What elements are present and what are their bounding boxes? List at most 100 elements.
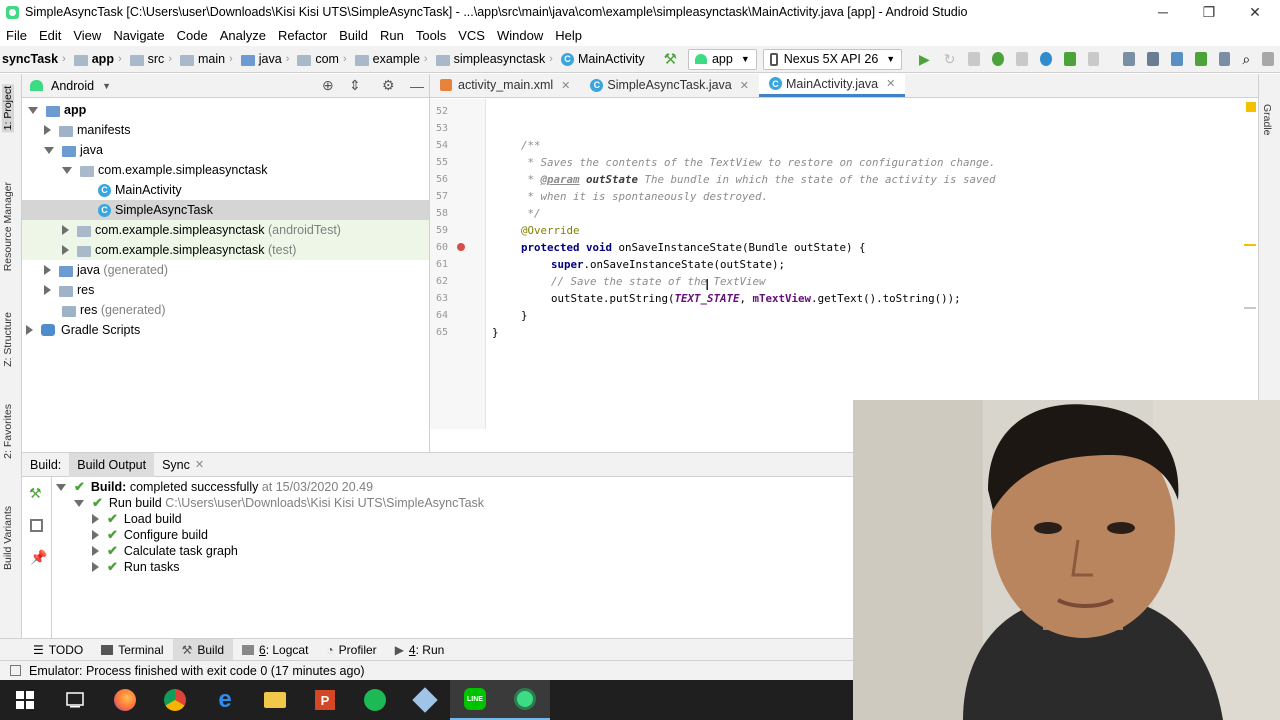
layout-inspector-icon[interactable] [1218,52,1231,66]
hide-panel-icon[interactable]: — [410,78,424,94]
close-tab-icon[interactable]: ✕ [886,77,895,90]
sync-gradle-icon[interactable] [1170,52,1183,66]
collapse-icon[interactable] [92,562,99,572]
tab-mainactivity-java[interactable]: C MainActivity.java ✕ [758,73,906,97]
powerpoint-icon[interactable]: P [300,680,350,720]
breadcrumb-src[interactable]: src › [128,52,178,66]
tree-item-package-test[interactable]: com.example.simpleasynctask (test) [22,240,429,260]
debug-attach-icon[interactable] [1063,52,1076,66]
tool-run[interactable]: ▶ 4: Run [386,639,454,661]
collapse-icon[interactable] [92,514,99,524]
tree-item-package-androidtest[interactable]: com.example.simpleasynctask (androidTest… [22,220,429,240]
android-studio-taskbar-icon[interactable] [500,680,550,720]
code-line-55[interactable]: * Saves the contents of the TextView to … [521,156,996,169]
apply-changes-icon[interactable]: ↻ [944,51,956,68]
override-marker-icon[interactable] [457,243,465,251]
tool-profiler[interactable]: ◔ Profiler [317,639,385,661]
breadcrumb-com[interactable]: com › [295,52,352,66]
tool-todo[interactable]: ☰ TODO [24,639,92,661]
tree-item-mainactivity[interactable]: C MainActivity [22,180,429,200]
chrome-icon[interactable] [150,680,200,720]
menu-file[interactable]: File [0,28,33,43]
code-line-54[interactable]: /** [521,139,541,152]
debug-icon[interactable] [992,52,1005,66]
line-app-icon[interactable]: LINE [450,680,500,720]
tool-build[interactable]: ⚒ Build [172,638,234,661]
breadcrumb-example[interactable]: example › [353,52,434,66]
collapse-all-icon[interactable]: ⇕ [349,77,361,94]
breadcrumb-package[interactable]: simpleasynctask › [434,52,559,66]
code-line-62[interactable]: // Save the state of the TextView [551,275,766,288]
collapse-icon[interactable] [44,125,51,135]
search-icon[interactable]: ⌕ [1242,51,1250,68]
collapse-icon[interactable] [92,546,99,556]
menu-analyze[interactable]: Analyze [214,28,272,43]
tab-simpleasynctask-java[interactable]: C SimpleAsyncTask.java ✕ [580,73,759,97]
task-view-icon[interactable] [50,680,100,720]
tool-terminal[interactable]: Terminal [92,639,172,661]
toggle-view-icon[interactable] [30,519,43,532]
code-line-56[interactable]: * @param outState The bundle in which th… [521,173,996,186]
menu-help[interactable]: Help [549,28,588,43]
tab-sync[interactable]: Sync ✕ [154,453,212,477]
code-line-61[interactable]: super.onSaveInstanceState(outState); [551,258,785,271]
code-line-63[interactable]: outState.putString(TEXT_STATE, mTextView… [551,292,961,305]
tree-item-manifests[interactable]: manifests [22,120,429,140]
code-line-60[interactable]: protected void onSaveInstanceState(Bundl… [521,241,866,254]
locate-icon[interactable]: ⊕ [322,77,334,94]
tab-activity-main-xml[interactable]: activity_main.xml ✕ [430,73,580,97]
spotify-icon[interactable] [350,680,400,720]
hammer-icon[interactable]: ⚒ [664,50,677,68]
build-summary-row[interactable]: ✔ Build: completed successfully at 15/03… [56,479,373,495]
collapse-icon[interactable] [92,530,99,540]
sdk-manager-icon[interactable] [1194,52,1207,66]
breadcrumb-main[interactable]: main › [178,52,239,66]
breadcrumb-java[interactable]: java › [239,52,296,66]
expand-icon[interactable] [28,106,38,114]
expand-icon[interactable] [56,483,66,491]
attach-debugger-icon[interactable] [1016,52,1028,66]
tree-item-simpleasynctask[interactable]: C SimpleAsyncTask [22,200,429,220]
restore-button[interactable]: ❐ [1186,0,1232,24]
menu-code[interactable]: Code [171,28,214,43]
windows-start-icon[interactable] [0,680,50,720]
menu-run[interactable]: Run [374,28,410,43]
menu-view[interactable]: View [67,28,107,43]
gear-icon[interactable]: ⚙ [382,77,395,94]
build-step-row[interactable]: ✔ Run tasks [92,559,180,575]
code-line-59[interactable]: @Override [521,224,580,237]
pin-icon[interactable]: 📌 [30,549,47,566]
tab-build-output[interactable]: Build Output [69,452,155,477]
collapse-icon[interactable] [62,225,69,235]
tool-logcat[interactable]: 6: Logcat [233,639,317,661]
collapse-icon[interactable] [26,325,33,335]
tree-item-java-generated[interactable]: java (generated) [22,260,429,280]
tree-item-res-generated[interactable]: res (generated) [22,300,429,320]
code-line-57[interactable]: * when it is spontaneously destroyed. [521,190,769,203]
menu-window[interactable]: Window [491,28,549,43]
inspection-warning-icon[interactable] [1246,102,1256,112]
tab-build-variants[interactable]: Build Variants [2,506,14,570]
tab-resource-manager[interactable]: Resource Manager [2,182,14,271]
menu-tools[interactable]: Tools [410,28,452,43]
run-icon[interactable]: ▶ [919,51,930,68]
breadcrumb-class[interactable]: C MainActivity [559,52,647,66]
close-tab-icon[interactable]: ✕ [740,79,749,92]
collapse-icon[interactable] [62,245,69,255]
device-select[interactable]: Nexus 5X API 26 ▼ [762,48,903,70]
stop-icon[interactable] [1087,52,1100,66]
minimize-button[interactable]: ─ [1140,0,1186,24]
notifications-icon[interactable] [1262,52,1275,66]
profile-icon[interactable] [1039,52,1052,66]
menu-build[interactable]: Build [333,28,374,43]
tab-project[interactable]: 1: Project [2,84,14,133]
tab-gradle[interactable]: Gradle [1261,104,1273,136]
project-view-select[interactable]: Android [51,79,94,93]
project-structure-icon[interactable] [1123,52,1136,66]
apply-code-icon[interactable] [968,52,981,66]
code-line-64[interactable]: } [521,309,528,322]
expand-icon[interactable] [74,499,84,507]
tree-item-java[interactable]: java [22,140,429,160]
run-build-row[interactable]: ✔ Run build C:\Users\user\Downloads\Kisi… [74,495,484,511]
tree-item-res[interactable]: res [22,280,429,300]
